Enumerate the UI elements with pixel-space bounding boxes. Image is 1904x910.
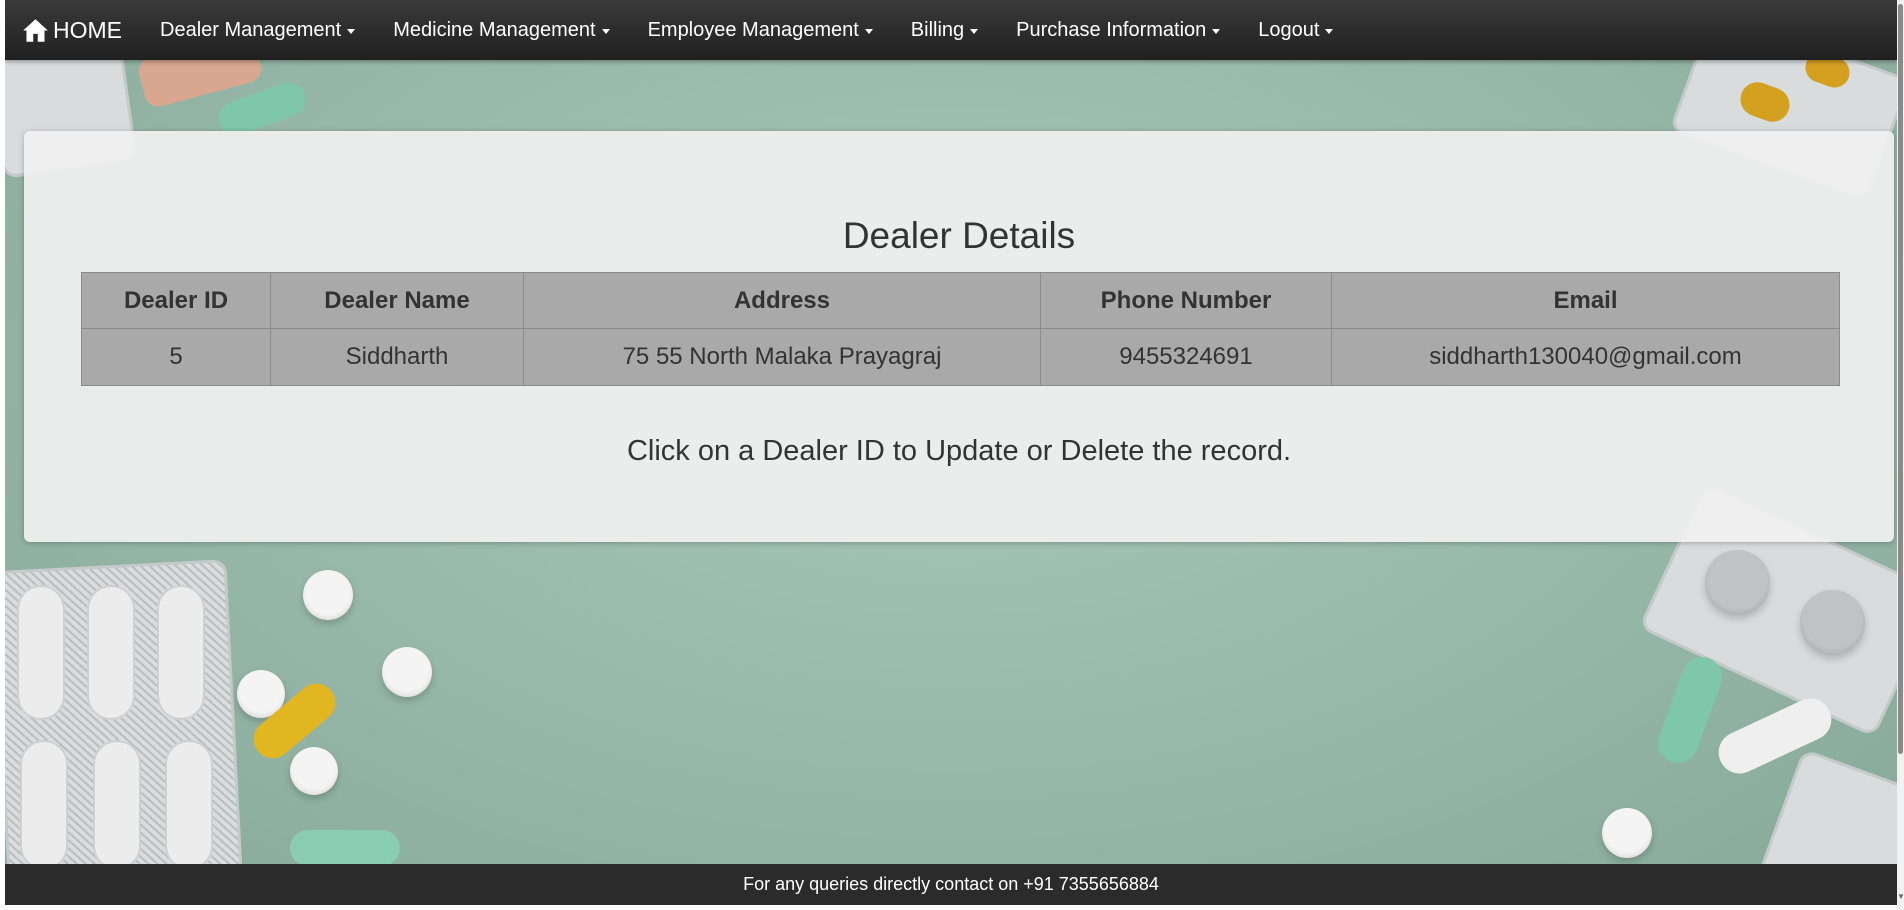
nav-purchase-information[interactable]: Purchase Information	[1016, 18, 1221, 42]
table-row: 5 Siddharth 75 55 North Malaka Prayagraj…	[81, 328, 1840, 386]
cell-dealer-name: Siddharth	[270, 328, 524, 386]
tablet-right-bottom	[1602, 808, 1652, 858]
page: HOME Dealer Management Medicine Manageme…	[5, 0, 1897, 905]
tablet-silver-1	[1705, 550, 1770, 615]
capsule-white-3	[157, 585, 205, 720]
instruction-text: Click on a Dealer ID to Update or Delete…	[626, 435, 1292, 467]
home-link[interactable]: HOME	[22, 17, 122, 44]
table-header-row: Dealer ID Dealer Name Address Phone Numb…	[81, 272, 1840, 329]
caret-down-icon	[864, 28, 873, 34]
tablet-silver-2	[1800, 590, 1865, 655]
tablet-4	[290, 747, 338, 795]
capsule-white-5	[93, 740, 141, 870]
capsule-white-6	[165, 740, 213, 870]
tablet-2	[382, 647, 432, 697]
caret-down-icon	[347, 28, 356, 34]
nav-billing-label: Billing	[910, 18, 965, 41]
nav-medicine-management[interactable]: Medicine Management	[393, 18, 610, 42]
home-label: HOME	[53, 16, 122, 43]
dealer-table: Dealer ID Dealer Name Address Phone Numb…	[81, 272, 1840, 386]
header-phone-number: Phone Number	[1040, 272, 1332, 329]
nav-billing[interactable]: Billing	[910, 18, 979, 42]
capsule-green-bottom	[290, 830, 400, 866]
cell-address: 75 55 North Malaka Prayagraj	[523, 328, 1041, 386]
nav-dealer-management[interactable]: Dealer Management	[160, 18, 356, 42]
cell-dealer-id[interactable]: 5	[81, 328, 271, 386]
capsule-white-4	[20, 740, 68, 870]
vertical-scrollbar[interactable]: ▼	[1897, 0, 1904, 910]
nav-dealer-management-label: Dealer Management	[160, 18, 342, 41]
capsule-white-2	[87, 585, 135, 720]
caret-down-icon	[601, 28, 610, 34]
top-navbar: HOME Dealer Management Medicine Manageme…	[5, 0, 1897, 60]
caret-down-icon	[970, 28, 979, 34]
page-title: Dealer Details	[842, 215, 1076, 256]
dealer-details-panel: Dealer Details Dealer ID Dealer Name Add…	[24, 131, 1894, 542]
footer: For any queries directly contact on +91 …	[5, 864, 1897, 905]
scroll-down-arrow-icon[interactable]: ▼	[1897, 892, 1904, 902]
nav-purchase-information-label: Purchase Information	[1016, 18, 1207, 41]
nav-employee-management[interactable]: Employee Management	[648, 19, 873, 42]
cell-phone-number: 9455324691	[1040, 328, 1332, 386]
capsule-green-right	[1652, 651, 1728, 769]
footer-contact-text: For any queries directly contact on +91 …	[743, 874, 1159, 894]
header-dealer-name: Dealer Name	[270, 272, 524, 329]
nav-logout-label: Logout	[1258, 18, 1320, 41]
caret-down-icon	[1325, 28, 1334, 34]
cell-email: siddharth130040@gmail.com	[1331, 328, 1840, 386]
caret-down-icon	[1212, 28, 1221, 34]
nav-employee-management-label: Employee Management	[647, 18, 859, 41]
tablet-1	[303, 570, 353, 620]
nav-logout[interactable]: Logout	[1258, 18, 1334, 42]
home-icon	[23, 18, 48, 42]
capsule-white-1	[17, 585, 65, 720]
header-address: Address	[523, 272, 1041, 329]
header-email: Email	[1331, 272, 1840, 329]
scrollbar-thumb[interactable]	[1898, 4, 1903, 754]
browser-viewport: HOME Dealer Management Medicine Manageme…	[0, 0, 1904, 910]
header-dealer-id: Dealer ID	[81, 272, 271, 329]
nav-medicine-management-label: Medicine Management	[393, 18, 596, 41]
